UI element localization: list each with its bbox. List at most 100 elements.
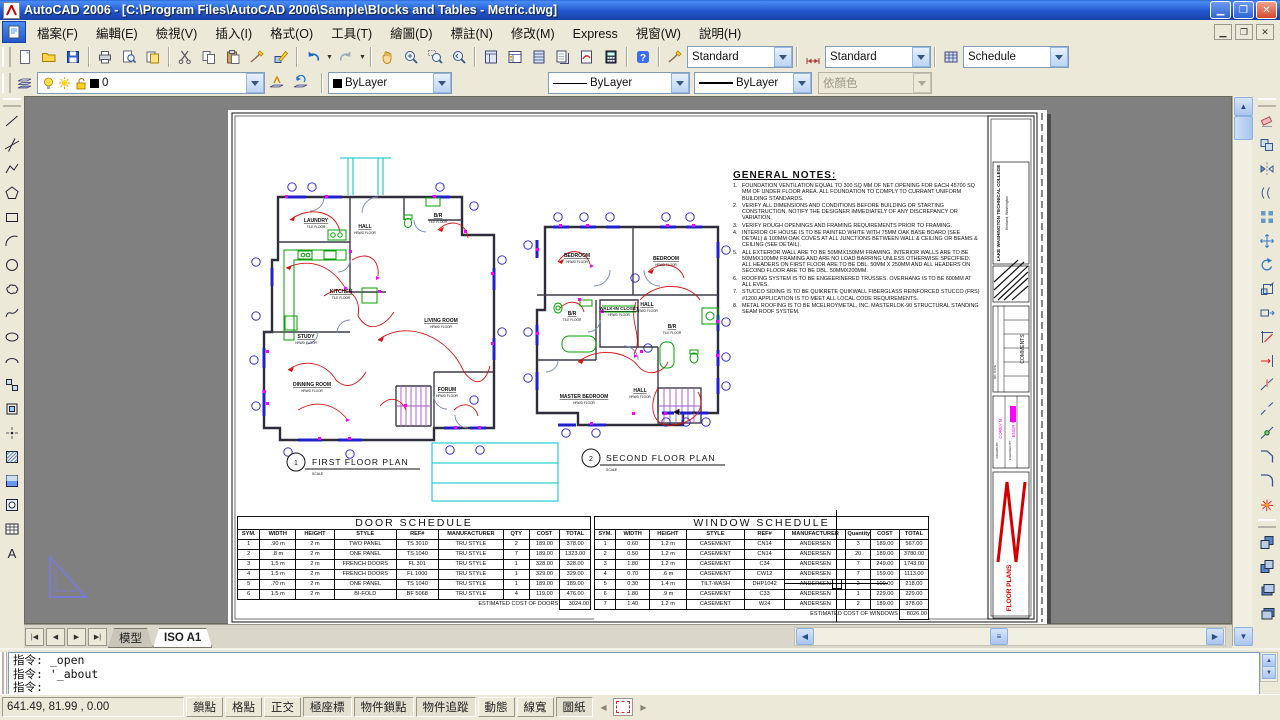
revision-cloud-icon[interactable] <box>0 277 24 301</box>
designcenter-icon[interactable] <box>503 45 527 69</box>
zoom-previous-icon[interactable] <box>447 45 471 69</box>
redo-dropdown-arrow[interactable]: ▼ <box>358 46 367 68</box>
layer-combo[interactable]: 0 <box>37 72 265 94</box>
region-icon[interactable] <box>0 493 24 517</box>
save-icon[interactable] <box>61 45 85 69</box>
break-icon[interactable] <box>1255 397 1279 421</box>
zoom-window-icon[interactable] <box>423 45 447 69</box>
color-combo[interactable]: ByLayer <box>328 72 452 94</box>
stretch-icon[interactable] <box>1255 301 1279 325</box>
layout-preview-icon[interactable] <box>612 698 633 716</box>
toolbar-grip[interactable] <box>1258 98 1276 107</box>
erase-icon[interactable] <box>1255 109 1279 133</box>
toggle-圖紙[interactable]: 圖紙 <box>555 697 593 717</box>
chamfer-icon[interactable] <box>1255 445 1279 469</box>
block-editor-icon[interactable] <box>269 45 293 69</box>
new-icon[interactable] <box>13 45 37 69</box>
rectangle-icon[interactable] <box>0 205 24 229</box>
fillet-icon[interactable] <box>1255 469 1279 493</box>
toggle-物件鎖點[interactable]: 物件鎖點 <box>353 697 414 717</box>
next-tab-button[interactable]: ▶ <box>67 628 86 646</box>
scroll-down-button[interactable]: ▼ <box>1262 666 1276 679</box>
layout-paper[interactable]: LAKE WASHINGTON TECHNICAL COLLEGE Kirkla… <box>228 110 1047 627</box>
menu-item[interactable]: 繪圖(D) <box>381 24 441 44</box>
tab-model[interactable]: 模型 <box>108 628 153 648</box>
pan-icon[interactable] <box>375 45 399 69</box>
combo-arrow[interactable] <box>246 73 264 93</box>
insert-block-icon[interactable] <box>0 373 24 397</box>
polyline-icon[interactable] <box>0 157 24 181</box>
polygon-icon[interactable] <box>0 181 24 205</box>
sheet-set-manager-icon[interactable] <box>551 45 575 69</box>
document-icon[interactable] <box>2 21 26 43</box>
lineweight-combo[interactable]: ByLayer <box>694 72 812 94</box>
spline-icon[interactable] <box>0 301 24 325</box>
menu-item[interactable]: 說明(H) <box>690 24 750 44</box>
next-layout-arrow[interactable]: ▶ <box>637 699 651 715</box>
toggle-格點[interactable]: 格點 <box>225 697 262 717</box>
markup-set-manager-icon[interactable] <box>575 45 599 69</box>
menu-item[interactable]: 視窗(W) <box>627 24 690 44</box>
extend-icon[interactable] <box>1255 349 1279 373</box>
scroll-left-button[interactable]: ◀ <box>796 628 814 645</box>
table-style-combo[interactable]: Schedule <box>963 46 1069 68</box>
help-icon[interactable]: ? <box>631 45 655 69</box>
first-tab-button[interactable]: |◀ <box>25 628 44 646</box>
arc-icon[interactable] <box>0 229 24 253</box>
plot-preview-icon[interactable] <box>117 45 141 69</box>
trim-icon[interactable] <box>1255 325 1279 349</box>
draworder-above-icon[interactable] <box>1255 578 1279 602</box>
text-style-icon[interactable] <box>663 45 687 69</box>
construction-line-icon[interactable] <box>0 133 24 157</box>
menu-item[interactable]: 格式(O) <box>261 24 322 44</box>
doc-restore-button[interactable]: ❐ <box>1235 24 1253 40</box>
make-block-icon[interactable] <box>0 397 24 421</box>
point-icon[interactable] <box>0 421 24 445</box>
text-style-combo[interactable]: Standard <box>687 46 793 68</box>
offset-icon[interactable] <box>1255 181 1279 205</box>
break-at-point-icon[interactable] <box>1255 373 1279 397</box>
command-history[interactable]: 指令: _open 指令: '_about <box>8 652 1260 682</box>
combo-arrow[interactable] <box>671 73 689 93</box>
menu-item[interactable]: 檔案(F) <box>28 24 87 44</box>
toggle-極座標[interactable]: 極座標 <box>303 697 352 717</box>
zoom-realtime-icon[interactable] <box>399 45 423 69</box>
dim-style-icon[interactable] <box>801 45 825 69</box>
dim-style-combo[interactable]: Standard <box>825 46 931 68</box>
command-scrollbar[interactable]: ▲ ▼ <box>1260 652 1278 682</box>
menu-item[interactable]: 檢視(V) <box>147 24 207 44</box>
publish-icon[interactable] <box>141 45 165 69</box>
linetype-combo[interactable]: ByLayer <box>548 72 690 94</box>
prev-layout-arrow[interactable]: ◀ <box>597 699 611 715</box>
toggle-動態[interactable]: 動態 <box>477 697 515 717</box>
scroll-down-button[interactable]: ▼ <box>1234 627 1253 646</box>
menu-item[interactable]: 標註(N) <box>442 24 502 44</box>
hatch-icon[interactable] <box>0 445 24 469</box>
table-style-icon[interactable] <box>939 45 963 69</box>
horizontal-scrollbar[interactable]: ◀ ≡ ▶ <box>794 627 1226 646</box>
menu-item[interactable]: Express <box>564 24 627 44</box>
last-tab-button[interactable]: ▶| <box>88 628 107 646</box>
circle-icon[interactable] <box>0 253 24 277</box>
layer-properties-icon[interactable] <box>13 71 37 95</box>
combo-arrow[interactable] <box>793 73 811 93</box>
tab-iso-a1[interactable]: ISO A1 <box>153 628 212 648</box>
scroll-right-button[interactable]: ▶ <box>1206 628 1224 645</box>
doc-close-button[interactable]: ✕ <box>1256 24 1274 40</box>
mirror-icon[interactable] <box>1255 157 1279 181</box>
paste-icon[interactable] <box>221 45 245 69</box>
toolbar-grip[interactable] <box>2 73 11 93</box>
close-button[interactable]: ✕ <box>1256 1 1277 19</box>
combo-arrow[interactable] <box>1050 47 1068 67</box>
menu-item[interactable]: 編輯(E) <box>87 24 147 44</box>
join-icon[interactable] <box>1255 421 1279 445</box>
tool-palettes-icon[interactable] <box>527 45 551 69</box>
redo-icon[interactable] <box>334 45 358 69</box>
toolbar-grip[interactable] <box>1258 519 1276 528</box>
plot-icon[interactable] <box>93 45 117 69</box>
toolbar-grip[interactable] <box>3 98 21 107</box>
prev-tab-button[interactable]: ◀ <box>46 628 65 646</box>
copy-object-icon[interactable] <box>1255 133 1279 157</box>
line-icon[interactable] <box>0 109 24 133</box>
combo-arrow[interactable] <box>433 73 451 93</box>
